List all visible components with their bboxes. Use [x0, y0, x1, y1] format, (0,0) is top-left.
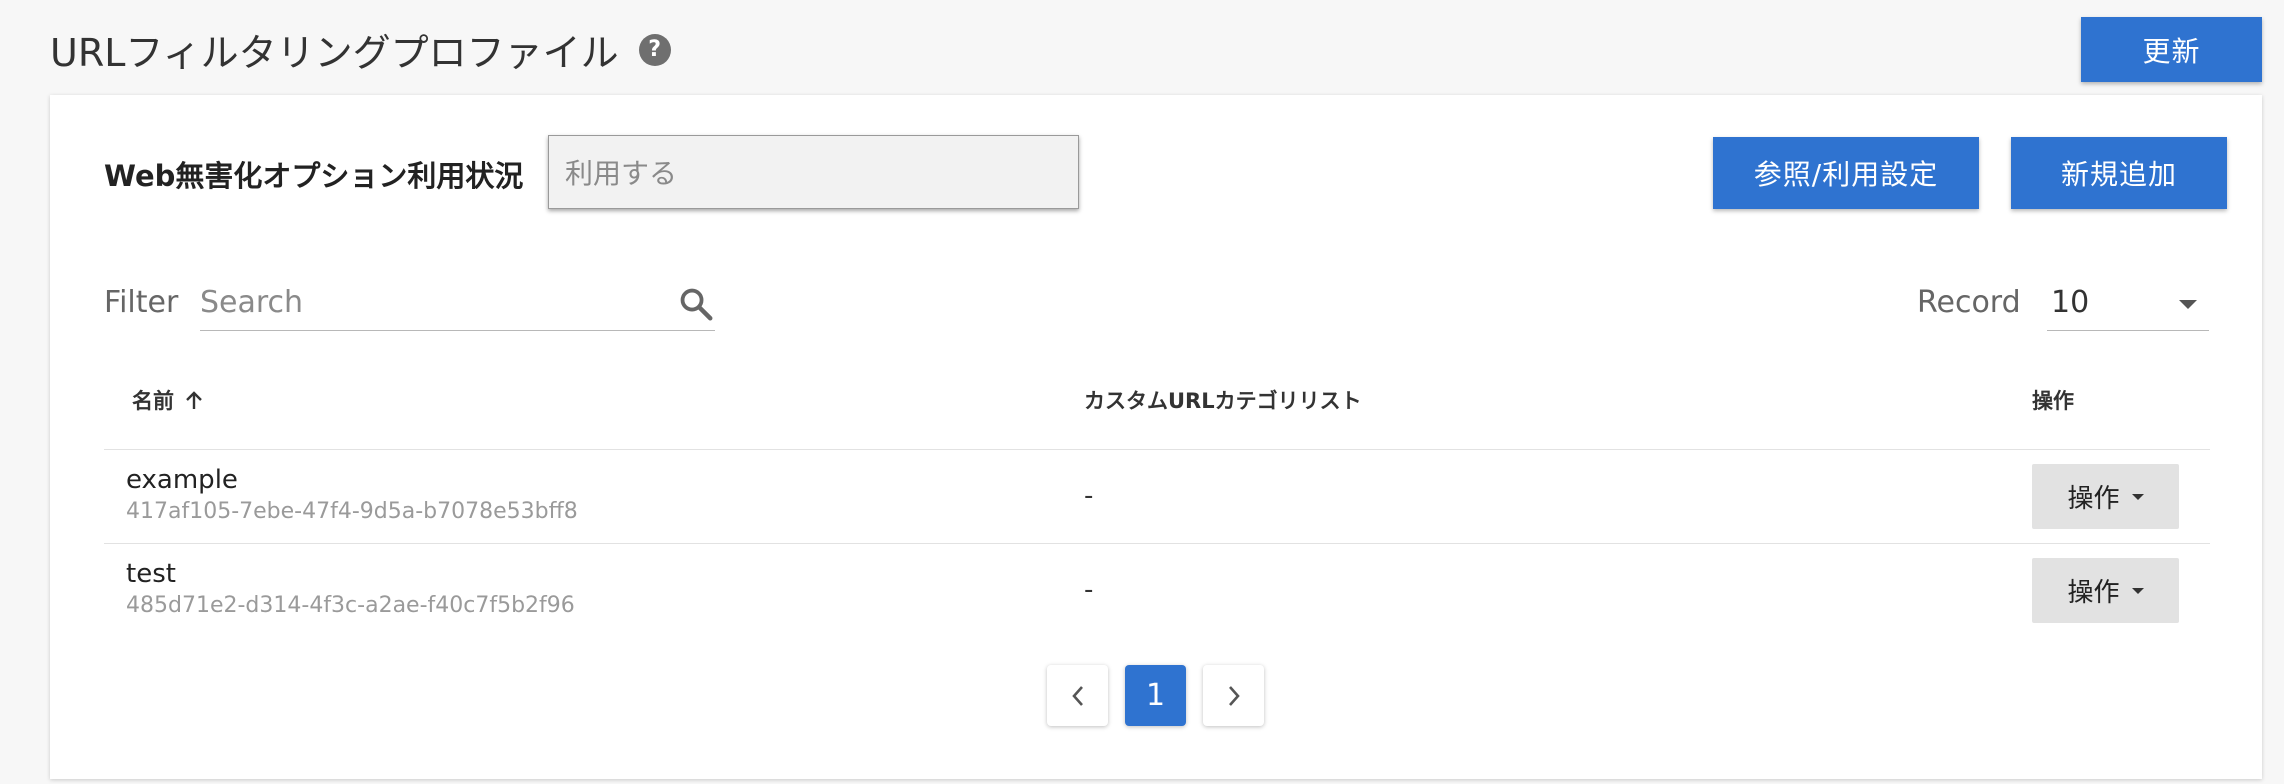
- record-select[interactable]: 10: [2047, 275, 2209, 331]
- sort-ascending-icon: [186, 391, 202, 409]
- row-id: 485d71e2-d314-4f3c-a2ae-f40c7f5b2f96: [126, 593, 575, 618]
- page-title-text: URLフィルタリングプロファイル: [50, 31, 619, 75]
- column-header-category: カスタムURLカテゴリリスト: [1084, 389, 1362, 413]
- search-box: [200, 275, 715, 331]
- row-divider: [104, 449, 2210, 450]
- refresh-button[interactable]: 更新: [2081, 17, 2262, 82]
- chevron-left-icon: [1071, 685, 1083, 706]
- row-actions-label: 操作: [2067, 578, 2120, 608]
- add-new-button[interactable]: 新規追加: [2011, 137, 2227, 209]
- row-category: -: [1084, 575, 1094, 605]
- pagination-prev-button[interactable]: [1047, 665, 1108, 726]
- column-header-name[interactable]: 名前: [132, 385, 204, 415]
- table-row: example 417af105-7ebe-47f4-9d5a-b7078e53…: [126, 465, 578, 524]
- row-category: -: [1084, 481, 1094, 511]
- column-header-name-label: 名前: [132, 389, 174, 413]
- table-row: test 485d71e2-d314-4f3c-a2ae-f40c7f5b2f9…: [126, 559, 575, 618]
- record-label: Record: [1917, 285, 2021, 320]
- row-id: 417af105-7ebe-47f4-9d5a-b7078e53bff8: [126, 499, 578, 524]
- row-actions-button[interactable]: 操作: [2032, 464, 2179, 529]
- caret-down-icon: [2131, 587, 2144, 594]
- help-icon[interactable]: ?: [638, 33, 671, 66]
- filter-label: Filter: [104, 285, 179, 320]
- row-actions-button[interactable]: 操作: [2032, 558, 2179, 623]
- chevron-right-icon: [1228, 685, 1240, 706]
- page-title: URLフィルタリングプロファイル ?: [50, 22, 671, 77]
- row-name: test: [126, 559, 176, 589]
- reference-settings-button[interactable]: 参照/利用設定: [1713, 137, 1979, 209]
- main-card: Web無害化オプション利用状況 利用する 参照/利用設定 新規追加 Filter…: [50, 95, 2262, 779]
- search-input[interactable]: [200, 275, 640, 329]
- row-actions-label: 操作: [2067, 484, 2120, 514]
- pagination-next-button[interactable]: [1203, 665, 1264, 726]
- caret-down-icon: [2131, 493, 2144, 500]
- web-option-label: Web無害化オプション利用状況: [104, 159, 524, 193]
- column-header-actions: 操作: [2032, 389, 2074, 413]
- web-option-status-field[interactable]: 利用する: [548, 135, 1079, 209]
- chevron-down-icon: [2179, 300, 2197, 309]
- pagination-page-current[interactable]: 1: [1125, 665, 1186, 726]
- search-icon[interactable]: [677, 285, 715, 323]
- record-value: 10: [2051, 285, 2090, 320]
- row-divider: [104, 543, 2210, 544]
- row-name: example: [126, 465, 238, 495]
